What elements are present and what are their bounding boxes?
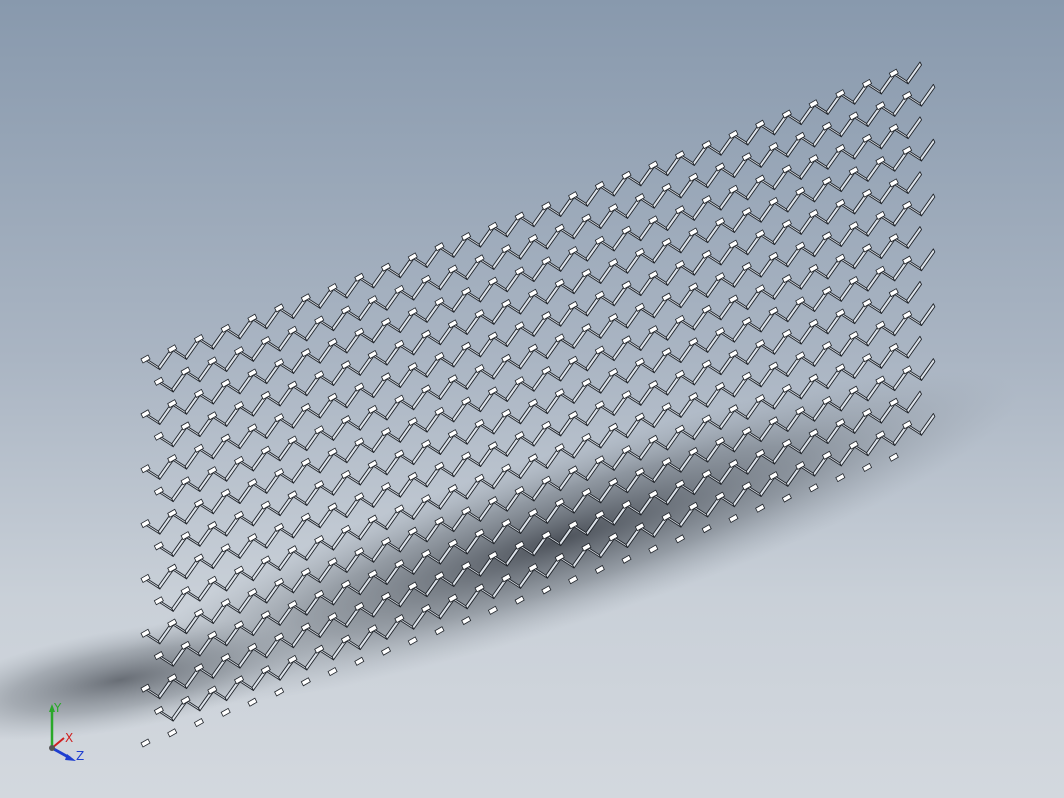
mesh-strand — [919, 248, 936, 272]
graphics-viewport[interactable]: Y X Z — [0, 0, 1064, 798]
z-axis-label: Z — [76, 749, 84, 763]
mesh-strand — [906, 280, 922, 304]
mesh-bond-node — [193, 718, 204, 728]
y-axis-label: Y — [53, 701, 62, 715]
mesh-strand — [906, 171, 922, 194]
mesh-strand — [906, 226, 922, 249]
mesh-strand — [906, 335, 922, 359]
mesh-strand — [906, 61, 922, 85]
mesh-model-canvas[interactable] — [0, 0, 1064, 798]
triad-origin — [49, 745, 55, 751]
mesh-strand — [919, 193, 936, 217]
mesh-strand — [906, 116, 922, 140]
view-orientation-triad: Y X Z — [49, 701, 84, 763]
mesh-strand — [919, 83, 936, 107]
mesh-bond-node — [220, 707, 231, 717]
mesh-bond-node — [140, 738, 151, 748]
mesh-strand — [919, 303, 936, 327]
x-axis-label: X — [65, 731, 73, 745]
mesh-strand — [919, 138, 936, 162]
mesh-bond-node — [167, 728, 178, 738]
